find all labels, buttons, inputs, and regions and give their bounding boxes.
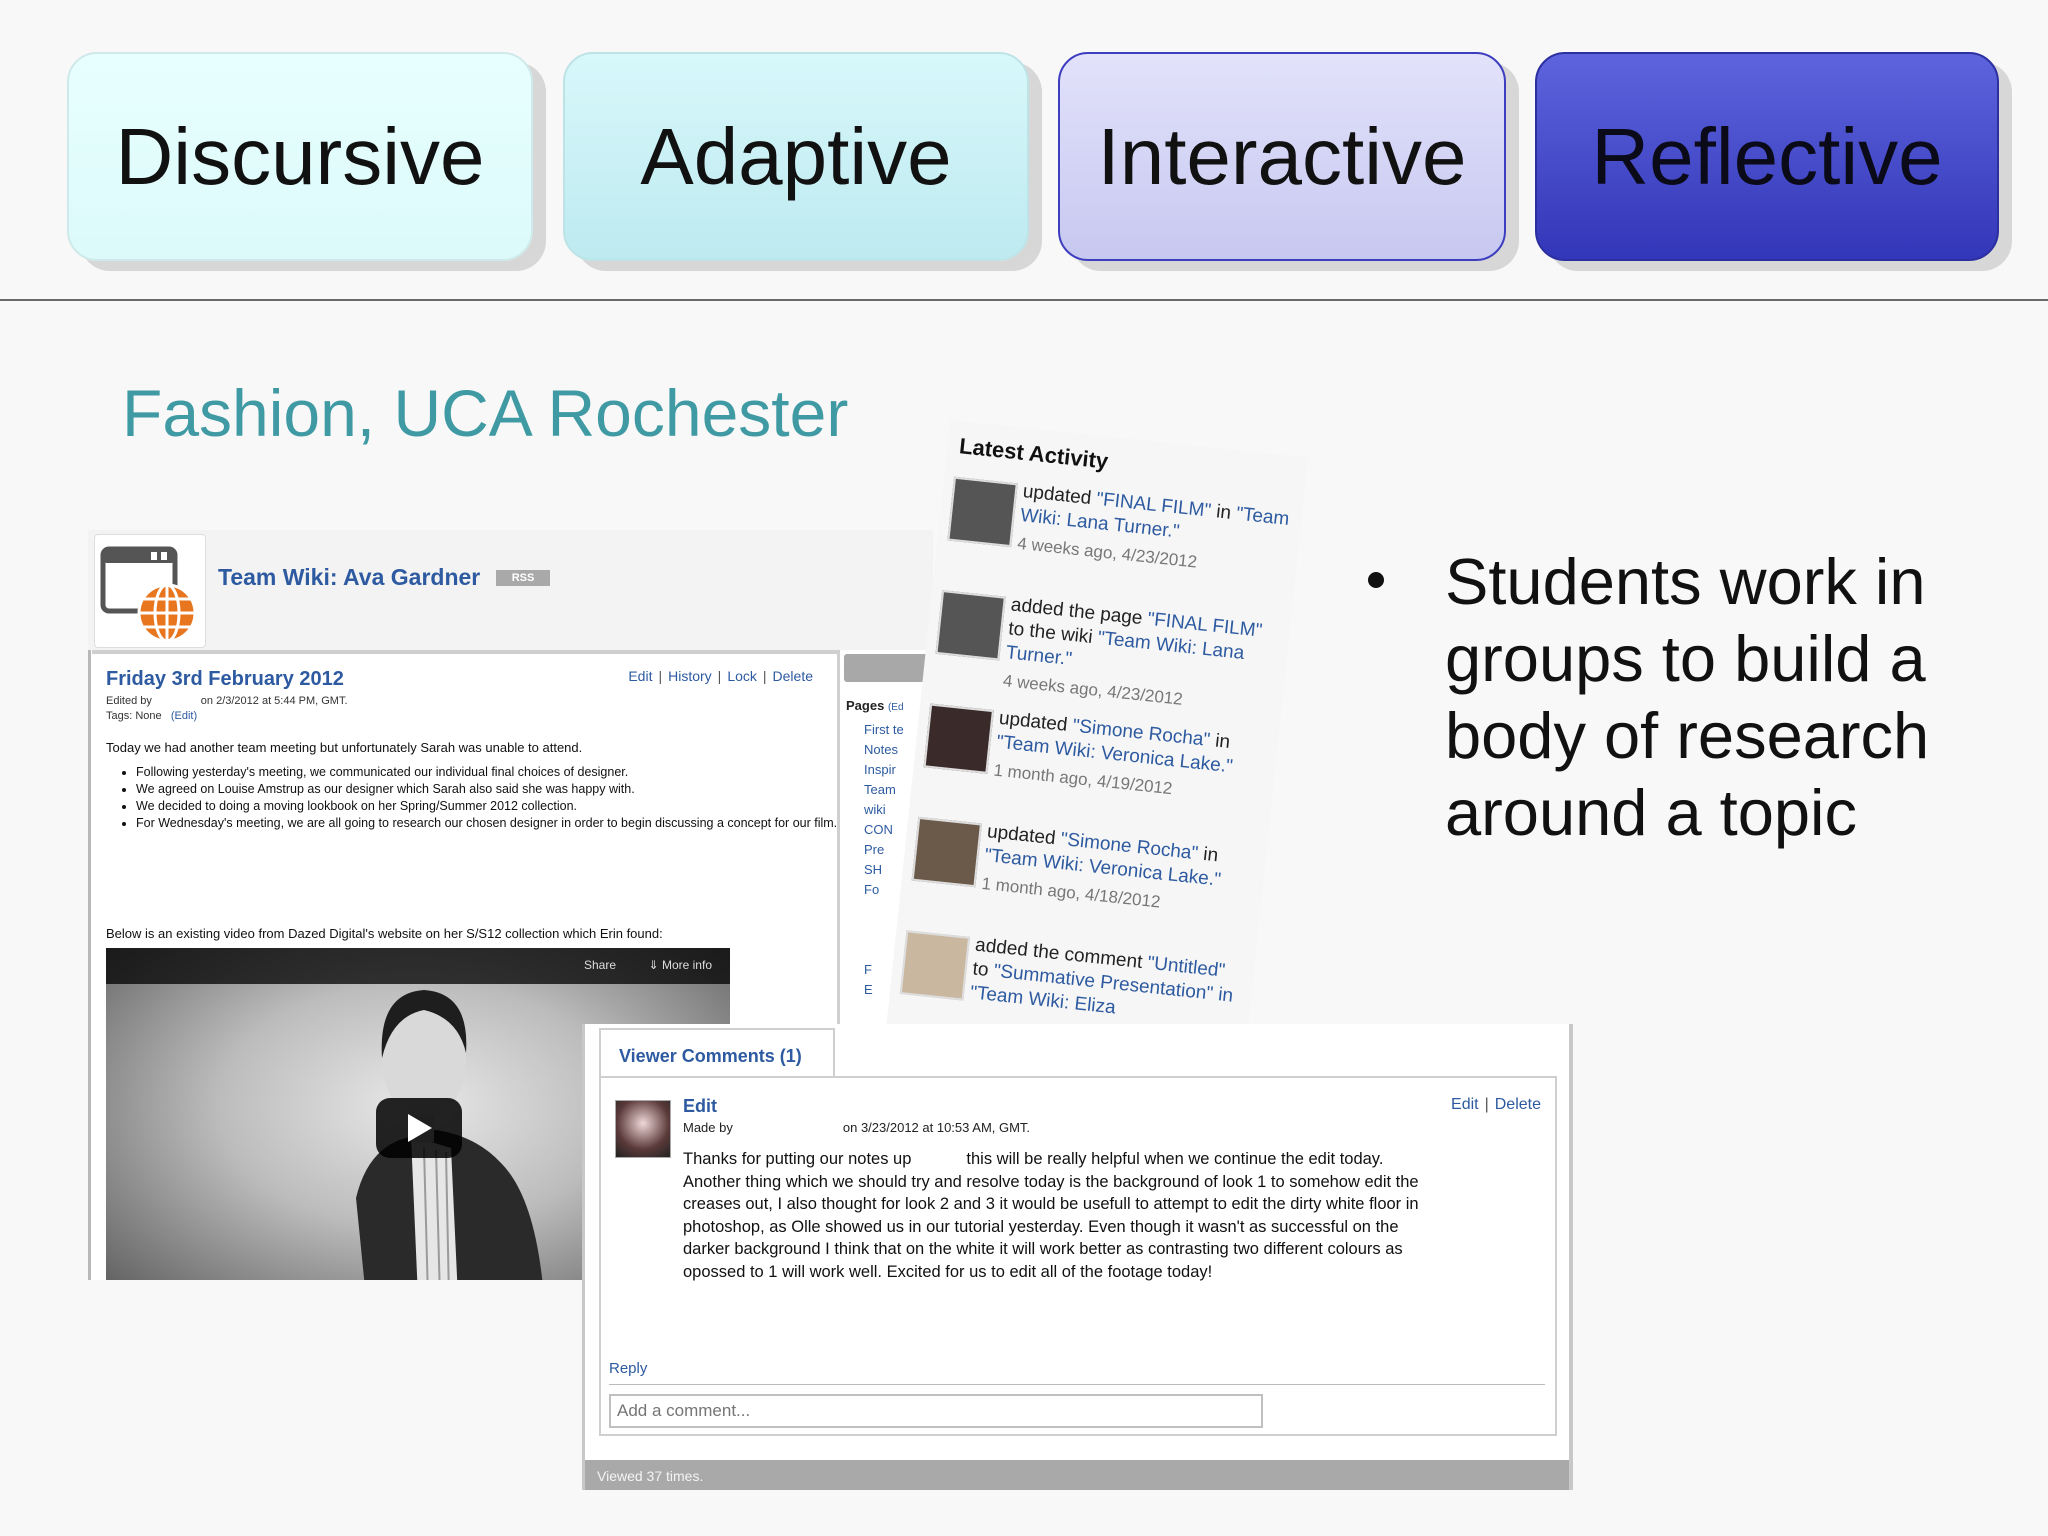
post-bullets: Following yesterday's meeting, we commun…	[106, 764, 856, 832]
pages-title: Pages	[846, 698, 885, 713]
avatar	[615, 1100, 671, 1158]
activity-preposition: in	[1215, 501, 1233, 524]
comment-line: Another thing which we should try and re…	[683, 1172, 1419, 1191]
comment-card: Edit Made by on 3/23/2012 at 10:53 AM, GM…	[599, 1076, 1557, 1436]
sidebar-item[interactable]: wiki	[848, 800, 904, 820]
stage-label: Adaptive	[640, 111, 952, 201]
tags-edit-link[interactable]: (Edit)	[171, 710, 197, 722]
activity-preposition: to	[971, 958, 990, 981]
post-title: Friday 3rd February 2012	[106, 668, 344, 690]
list-item: We decided to doing a moving lookbook on…	[136, 798, 856, 815]
comment-author[interactable]: Edit	[683, 1096, 717, 1117]
list-item: We agreed on Louise Amstrup as our desig…	[136, 781, 856, 798]
post-video-caption: Below is an existing video from Dazed Di…	[106, 926, 663, 941]
post-meta: Edited by on 2/3/2012 at 5:44 PM, GMT. T…	[106, 694, 348, 724]
comment-line: opossed to 1 will work well. Excited for…	[683, 1262, 1213, 1281]
activity-preposition: in	[1202, 843, 1220, 867]
post-lock-link[interactable]: Lock	[727, 668, 757, 684]
stage-interactive: Interactive	[1058, 52, 1506, 261]
sidebar-item[interactable]: CON	[848, 820, 904, 840]
comment-line: darker background I think that on the wh…	[683, 1240, 1403, 1258]
comment-meta: Made by on 3/23/2012 at 10:53 AM, GMT.	[683, 1120, 1030, 1135]
latest-activity-panel: Latest Activity updated "FINAL FILM" in …	[885, 420, 1309, 1075]
activity-preposition: in	[1214, 730, 1232, 753]
list-item: Following yesterday's meeting, we commun…	[136, 764, 856, 781]
sidebar-item[interactable]: Pre	[848, 840, 904, 860]
stage-discursive: Discursive	[67, 52, 533, 261]
edited-by: Edited by	[106, 695, 152, 707]
play-button[interactable]	[376, 1098, 462, 1158]
activity-avatar	[911, 816, 982, 888]
post-history-link[interactable]: History	[668, 668, 712, 684]
list-item: For Wednesday's meeting, we are all goin…	[136, 815, 856, 832]
comments-panel: Viewer Comments (1) Edit Made by on 3/23/…	[582, 1024, 1573, 1490]
wiki-icon	[94, 534, 206, 648]
activity-avatar	[947, 476, 1018, 548]
stage-label: Reflective	[1591, 111, 1943, 201]
activity-action: updated	[986, 821, 1057, 850]
sidebar-item[interactable]: SH	[848, 860, 904, 880]
sidebar-header	[844, 654, 933, 682]
post-edit-link[interactable]: Edit	[628, 668, 652, 684]
made-by: Made by	[683, 1120, 733, 1135]
tags: Tags: None	[106, 710, 162, 722]
video-share-button[interactable]: Share	[584, 958, 616, 972]
stage-reflective: Reflective	[1535, 52, 1999, 261]
comment-input[interactable]	[609, 1394, 1263, 1428]
play-icon	[408, 1114, 432, 1142]
sidebar-item[interactable]: Inspir	[848, 760, 904, 780]
video-more-info-label: More info	[661, 958, 712, 972]
comment-actions: Edit | Delete	[1451, 1096, 1541, 1113]
comments-footer: Viewed 37 times.	[585, 1460, 1569, 1490]
sidebar-item[interactable]: First te	[848, 720, 904, 740]
tab-viewer-comments[interactable]: Viewer Comments (1)	[599, 1028, 835, 1078]
activity-action: updated	[997, 707, 1069, 736]
sidebar-item[interactable]: Notes	[848, 740, 904, 760]
video-more-info-button[interactable]: ⇓ More info	[649, 958, 712, 972]
stage-adaptive: Adaptive	[563, 52, 1029, 261]
sidebar-item[interactable]: Fo	[848, 880, 904, 900]
post-intro: Today we had another team meeting but un…	[106, 740, 583, 755]
chevron-down-icon: ⇓	[648, 958, 662, 972]
view-count: Viewed 37 times.	[597, 1468, 704, 1484]
comment-body: Thanks for putting our notes up this wil…	[683, 1148, 1543, 1283]
activity-avatar	[899, 930, 971, 1001]
comment-line: photoshop, as Olle showed us in our tuto…	[683, 1217, 1399, 1236]
pages-label: Pages (Ed	[846, 698, 904, 713]
activity-avatar	[935, 590, 1006, 661]
bullet-dot	[1368, 572, 1384, 588]
post-actions: Edit | History | Lock | Delete	[628, 668, 813, 684]
made-on: on 3/23/2012 at 10:53 AM, GMT.	[842, 1120, 1031, 1135]
activity-action: updated	[1021, 481, 1093, 510]
edited-on: on 2/3/2012 at 5:44 PM, GMT.	[200, 695, 348, 707]
comment-line: creases out, I also thought for look 2 a…	[683, 1195, 1419, 1213]
bullet-text: Students work in groups to build a body …	[1445, 545, 1930, 849]
divider	[0, 299, 2048, 301]
wiki-edge	[88, 650, 91, 1280]
wiki-title[interactable]: Team Wiki: Ava Gardner	[218, 564, 480, 591]
comment-edit-link[interactable]: Edit	[1451, 1096, 1479, 1113]
activity-title: Latest Activity	[958, 433, 1110, 474]
sidebar-item[interactable]: Team	[848, 780, 904, 800]
post-delete-link[interactable]: Delete	[773, 668, 813, 684]
rss-badge[interactable]: RSS	[496, 570, 550, 586]
comment-delete-link[interactable]: Delete	[1495, 1096, 1541, 1113]
stage-label: Discursive	[115, 111, 485, 201]
wiki-header: Team Wiki: Ava Gardner RSS	[88, 530, 933, 650]
video-toolbar	[106, 948, 730, 984]
reply-link[interactable]: Reply	[609, 1360, 647, 1377]
activity-avatar	[923, 703, 994, 774]
stage-label: Interactive	[1097, 111, 1467, 201]
comment-line: Thanks for putting our notes up this wil…	[683, 1150, 1384, 1168]
divider	[609, 1384, 1545, 1385]
pages-edit-link[interactable]: (Ed	[888, 702, 904, 713]
slide-headline: Fashion, UCA Rochester	[122, 376, 849, 450]
